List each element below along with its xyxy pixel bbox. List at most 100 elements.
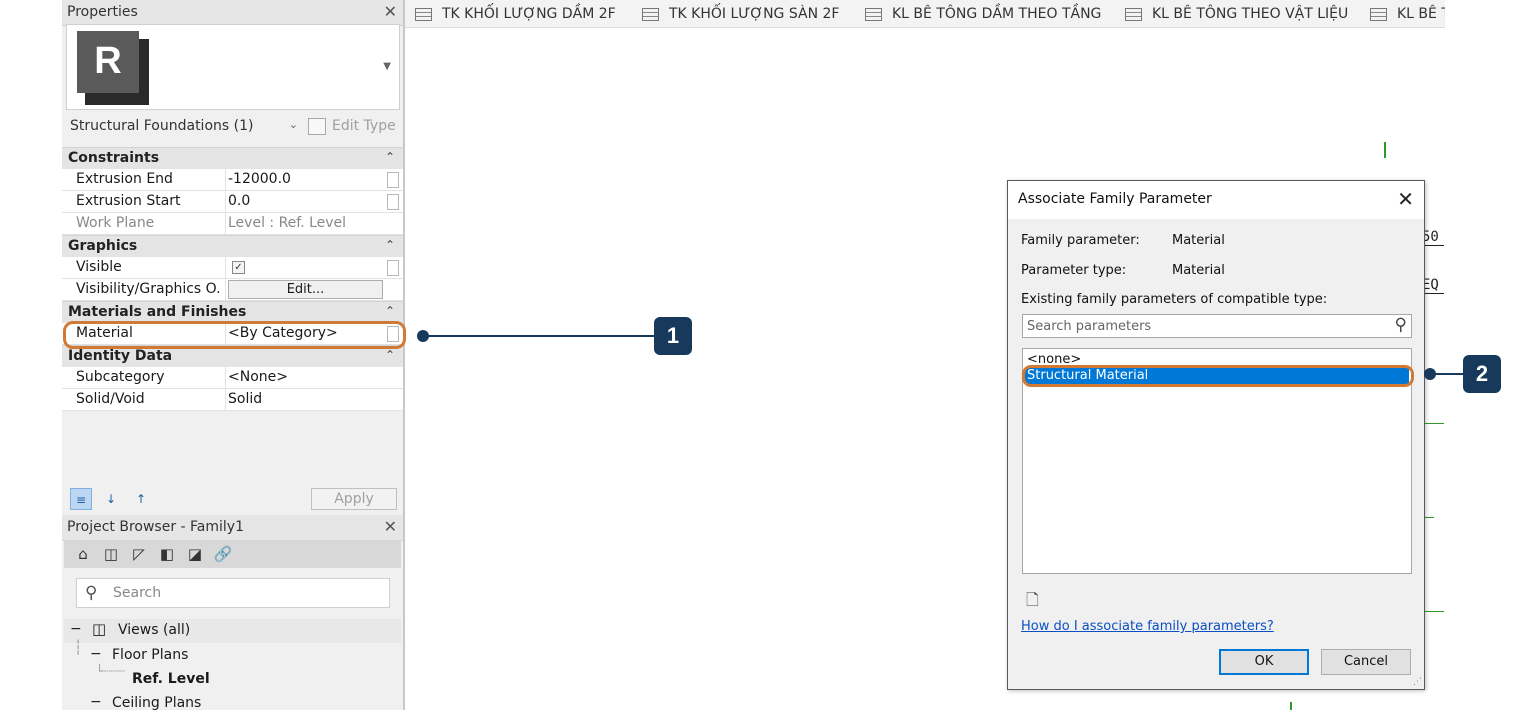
property-value[interactable]: <By Category>	[228, 325, 338, 341]
search-icon[interactable]: ⚲	[1395, 315, 1407, 335]
collapse-icon[interactable]: ⌃	[385, 150, 395, 164]
tab-schedule[interactable]: KL BÊ TÔNG DẦM THEO TẦNG	[860, 0, 1101, 27]
search-icon: ⚲	[85, 583, 98, 603]
sort-categorize-icon[interactable]: ≡	[70, 488, 92, 510]
group-graphics[interactable]: Graphics ⌃	[62, 235, 403, 257]
tree-item-floor-plans[interactable]: Floor Plans	[112, 647, 188, 663]
schedule-tab-icon	[415, 8, 432, 21]
type-preview[interactable]: R ▼	[66, 24, 400, 110]
parameter-type-label: Parameter type:	[1021, 263, 1127, 278]
home-icon[interactable]: ⌂	[72, 543, 94, 565]
apply-button[interactable]: Apply	[311, 488, 397, 510]
type-selector-row: Structural Foundations (1) ⌄ Edit Type	[62, 113, 403, 141]
sort-descending-icon[interactable]: ↑	[130, 488, 152, 510]
link-icon[interactable]: 🔗	[212, 543, 234, 565]
tree-row-views[interactable]	[64, 619, 401, 643]
project-browser-search[interactable]: ⚲	[76, 578, 390, 608]
group-materials-and-finishes[interactable]: Materials and Finishes ⌃	[62, 301, 403, 323]
dropdown-caret-icon[interactable]: ▼	[383, 61, 391, 72]
reference-line	[1384, 142, 1386, 158]
group-label: Identity Data	[68, 348, 173, 364]
project-browser-header: Project Browser - Family1 ✕	[62, 515, 403, 541]
view-3d-icon[interactable]: ◫	[100, 543, 122, 565]
callout-line-2	[1434, 373, 1466, 375]
edit-type-button[interactable]: Edit Type	[306, 115, 400, 139]
cancel-button[interactable]: Cancel	[1321, 649, 1411, 675]
tree-item-ref-level[interactable]: Ref. Level	[132, 671, 210, 687]
group-identity-data[interactable]: Identity Data ⌃	[62, 345, 403, 367]
collapse-toggle-icon[interactable]: −	[90, 694, 102, 710]
property-row-extrusion-start[interactable]: Extrusion Start 0.0	[62, 191, 403, 213]
associate-parameter-button[interactable]	[387, 326, 399, 342]
group-label: Graphics	[68, 238, 138, 254]
property-value: Level : Ref. Level	[228, 215, 347, 231]
collapse-icon[interactable]: ⌃	[385, 238, 395, 252]
view-plan-icon[interactable]: ◧	[156, 543, 178, 565]
reference-line	[1290, 702, 1292, 710]
property-row-visibility-graphics[interactable]: Visibility/Graphics O... Edit...	[62, 279, 403, 301]
checkbox-icon[interactable]: ✓	[232, 261, 245, 274]
group-constraints[interactable]: Constraints ⌃	[62, 147, 403, 169]
property-value[interactable]: <None>	[228, 369, 288, 385]
help-link[interactable]: How do I associate family parameters?	[1021, 619, 1274, 634]
property-row-visible[interactable]: Visible ✓	[62, 257, 403, 279]
property-label: Visible	[76, 259, 122, 275]
type-selector-value: Structural Foundations (1)	[70, 118, 254, 134]
dimension-label: EQ	[1422, 277, 1444, 294]
project-browser-toolbar: ⌂ ◫ ◸ ◧ ◪ 🔗	[64, 540, 401, 568]
property-value[interactable]: Solid	[228, 391, 262, 407]
callout-badge-2: 2	[1463, 355, 1501, 393]
property-label: Material	[76, 325, 133, 341]
list-item-selected[interactable]: Structural Material	[1025, 368, 1409, 384]
close-icon[interactable]: ✕	[1397, 187, 1414, 211]
ok-button[interactable]: OK	[1219, 649, 1309, 675]
tab-schedule[interactable]: TK KHỐI LƯỢNG SÀN 2F	[637, 0, 839, 27]
sort-ascending-icon[interactable]: ↓	[100, 488, 122, 510]
search-input[interactable]	[113, 583, 373, 603]
edit-button[interactable]: Edit...	[228, 280, 383, 299]
property-value[interactable]: -12000.0	[228, 171, 291, 187]
collapse-icon[interactable]: ⌃	[385, 304, 395, 318]
tab-schedule[interactable]: KL BÊ TÔNG THEO VẬT LIỆU	[1120, 0, 1348, 27]
close-icon[interactable]: ✕	[384, 2, 397, 21]
view-tabs: TK KHỐI LƯỢNG DẦM 2F TK KHỐI LƯỢNG SÀN 2…	[405, 0, 1445, 28]
close-icon[interactable]: ✕	[384, 517, 397, 536]
new-parameter-icon[interactable]: 🗋	[1026, 589, 1046, 611]
property-label: Extrusion End	[76, 171, 173, 187]
tree-connector: ┆	[74, 640, 83, 656]
tree-item-views[interactable]: Views (all)	[118, 622, 190, 638]
properties-grid: Constraints ⌃ Extrusion End -12000.0 Ext…	[62, 147, 403, 411]
property-row-subcategory[interactable]: Subcategory <None>	[62, 367, 403, 389]
associate-parameter-button[interactable]	[387, 260, 399, 276]
property-row-solid-void[interactable]: Solid/Void Solid	[62, 389, 403, 411]
parameter-type-value: Material	[1172, 263, 1225, 278]
collapse-toggle-icon[interactable]: −	[70, 621, 82, 637]
associate-parameter-button[interactable]	[387, 172, 399, 188]
project-browser-title: Project Browser - Family1	[67, 519, 244, 535]
resize-grip-icon[interactable]: ⋰	[1413, 677, 1422, 687]
tab-schedule[interactable]: TK KHỐI LƯỢNG DẦM 2F	[410, 0, 616, 27]
tab-label: KL BÊ TÔ	[1397, 6, 1445, 22]
list-item[interactable]: <none>	[1025, 352, 1409, 368]
property-label: Subcategory	[76, 369, 165, 385]
parameter-search[interactable]: ⚲	[1022, 314, 1412, 338]
property-label: Visibility/Graphics O...	[76, 281, 221, 297]
parameter-list[interactable]: <none> Structural Material	[1022, 348, 1412, 574]
search-input[interactable]	[1027, 317, 1382, 335]
tab-schedule[interactable]: KL BÊ TÔ	[1365, 0, 1445, 27]
view-elevation-icon[interactable]: ◪	[184, 543, 206, 565]
family-parameter-label: Family parameter:	[1021, 233, 1140, 248]
existing-parameters-label: Existing family parameters of compatible…	[1021, 292, 1328, 307]
collapse-toggle-icon[interactable]: −	[90, 646, 102, 662]
edit-type-icon	[308, 118, 326, 135]
property-label: Extrusion Start	[76, 193, 181, 209]
type-selector[interactable]: Structural Foundations (1) ⌄	[66, 115, 302, 139]
property-row-material[interactable]: Material <By Category>	[62, 323, 403, 345]
associate-parameter-button[interactable]	[387, 194, 399, 210]
chevron-down-icon: ⌄	[288, 118, 298, 131]
view-section-icon[interactable]: ◸	[128, 543, 150, 565]
tree-item-ceiling-plans[interactable]: Ceiling Plans	[112, 695, 201, 710]
property-row-extrusion-end[interactable]: Extrusion End -12000.0	[62, 169, 403, 191]
property-value[interactable]: 0.0	[228, 193, 250, 209]
collapse-icon[interactable]: ⌃	[385, 348, 395, 362]
